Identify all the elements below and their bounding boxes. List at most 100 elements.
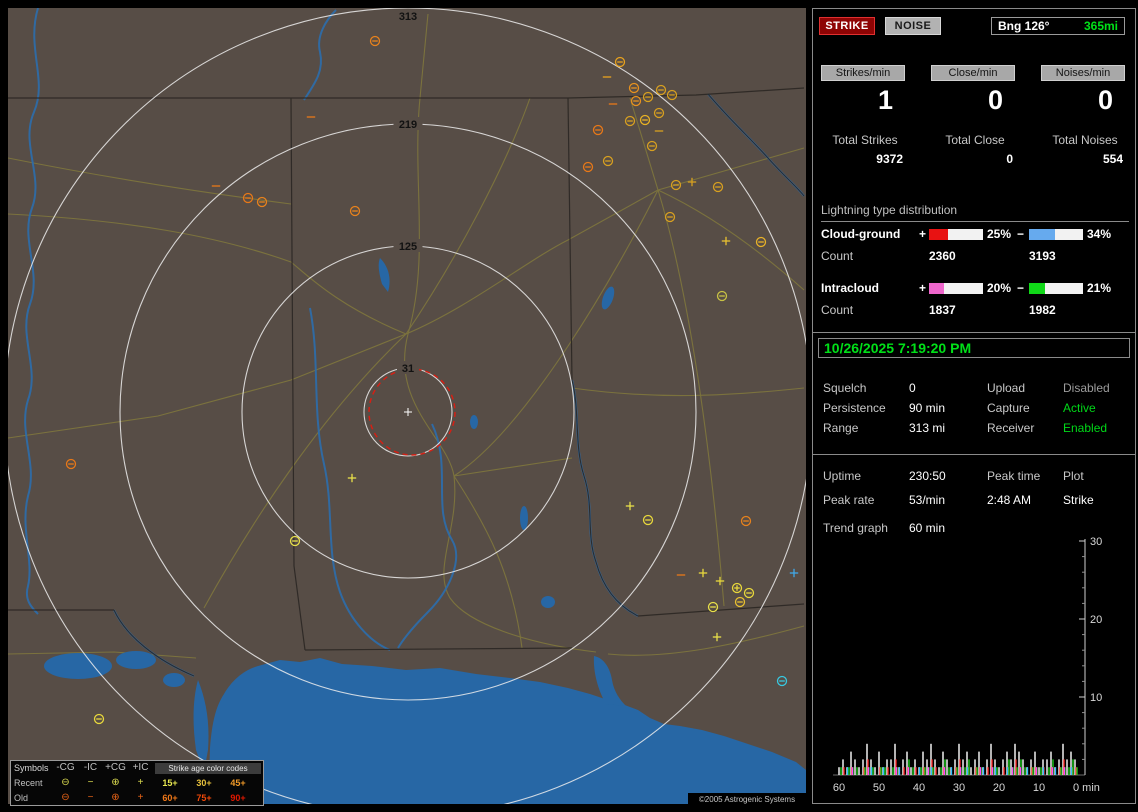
neg-ic-icon: − [87, 791, 94, 803]
lightning-map[interactable]: 313 219 125 31 Symbols -CG -IC +CG +IC Stri… [8, 8, 806, 806]
ic-plus-count: 1837 [929, 303, 956, 317]
svg-text:0 min: 0 min [1073, 782, 1100, 794]
col-neg-ic: -IC [83, 762, 98, 773]
neg-cg-icon: ⊖ [61, 791, 70, 803]
cloud-ground-label: Cloud-ground [821, 227, 901, 241]
status-panel: STRIKE NOISE Bng 126° 365mi Strikes/min … [812, 8, 1136, 804]
pos-cg-icon: ⊕ [111, 791, 120, 803]
cg-plus-pct: 25% [987, 227, 1012, 241]
plus-sign: + [919, 281, 927, 295]
trend-graph-canvas: 10 20 30 60 50 40 30 20 10 0 min [833, 536, 1102, 794]
ic-minus-pct: 21% [1087, 281, 1112, 295]
svg-text:10: 10 [1090, 692, 1102, 704]
receiver-value: Enabled [1063, 421, 1108, 435]
age-15: 15+ [162, 777, 178, 788]
svg-text:20: 20 [1090, 614, 1102, 626]
noise-toggle-button[interactable]: NOISE [885, 17, 941, 35]
copyright-text: ©2005 Astrogenic Systems [688, 793, 806, 806]
map-canvas[interactable]: 313 219 125 31 [8, 8, 806, 804]
uptime-label: Uptime [823, 469, 862, 483]
svg-text:313: 313 [399, 11, 417, 23]
squelch-value: 0 [909, 381, 916, 395]
col-pos-ic: +IC [132, 762, 149, 773]
ic-minus-bar-fill [1029, 283, 1045, 294]
strikes-per-min-value: 1 [877, 85, 893, 115]
noises-per-min-value: 0 [1097, 85, 1113, 115]
legend-old-row: Old ⊖ − ⊕ + 60+ 75+ 90+ [11, 790, 263, 805]
neg-ic-icon: − [87, 776, 94, 788]
age-90: 90+ [230, 792, 246, 803]
recent-label: Recent [14, 777, 43, 788]
session-trend-section: Uptime 230:50 Peak time Plot Peak rate 5… [813, 455, 1135, 801]
statistics-section: STRIKE NOISE Bng 126° 365mi Strikes/min … [813, 9, 1135, 333]
cg-plus-bar-fill [929, 229, 948, 240]
noises-per-min-button[interactable]: Noises/min [1041, 65, 1125, 81]
total-noises-value: 554 [1102, 152, 1123, 166]
intracloud-row: Intracloud + 20% − 21% [821, 281, 1127, 297]
upload-value: Disabled [1063, 381, 1110, 395]
peak-rate-label: Peak rate [823, 493, 875, 507]
intracloud-count-row: Count 1837 1982 [821, 303, 1127, 319]
pos-ic-icon: + [137, 776, 144, 788]
squelch-label: Squelch [823, 381, 867, 395]
neg-cg-icon: ⊖ [61, 776, 70, 788]
cg-plus-count: 2360 [929, 249, 956, 263]
age-75: 75+ [196, 792, 212, 803]
cg-plus-bar [929, 229, 983, 240]
status-row: Persistence 90 min Capture Active [813, 401, 1135, 419]
bearing-label: Bng 126° [998, 19, 1050, 33]
cg-minus-count: 3193 [1029, 249, 1056, 263]
cloud-ground-row: Cloud-ground + 25% − 34% [821, 227, 1127, 243]
total-close-label: Total Close [945, 133, 1005, 147]
status-row: Range 313 mi Receiver Enabled [813, 421, 1135, 439]
cg-minus-bar [1029, 229, 1083, 240]
svg-text:30: 30 [953, 782, 965, 794]
range-label: Range [823, 421, 859, 435]
bearing-distance: 365mi [1083, 19, 1118, 33]
strike-toggle-button[interactable]: STRIKE [819, 17, 875, 35]
pos-ic-icon: + [137, 791, 144, 803]
trend-graph-label: Trend graph [823, 521, 888, 535]
svg-text:50: 50 [873, 782, 885, 794]
trend-graph-value: 60 min [909, 521, 946, 535]
plot-value: Strike [1063, 493, 1094, 507]
plot-label: Plot [1063, 469, 1084, 483]
close-per-min-button[interactable]: Close/min [931, 65, 1015, 81]
persistence-value: 90 min [909, 401, 946, 415]
cloud-ground-count-row: Count 2360 3193 [821, 249, 1127, 265]
persistence-label: Persistence [823, 401, 886, 415]
upload-label: Upload [987, 381, 1026, 395]
age-60: 60+ [162, 792, 178, 803]
ic-minus-bar [1029, 283, 1083, 294]
session-row: Uptime 230:50 Peak time Plot [813, 469, 1135, 487]
svg-text:125: 125 [399, 241, 417, 253]
total-close-value: 0 [1006, 152, 1013, 166]
plus-sign: + [919, 227, 927, 241]
cg-minus-pct: 34% [1087, 227, 1112, 241]
total-noises-label: Total Noises [1052, 133, 1118, 147]
peak-time-label: Peak time [987, 469, 1041, 483]
uptime-value: 230:50 [909, 469, 946, 483]
age-30: 30+ [196, 777, 212, 788]
ic-plus-bar-fill [929, 283, 945, 294]
pos-cg-icon: ⊕ [111, 776, 120, 788]
close-per-min-value: 0 [987, 85, 1003, 115]
ic-plus-bar [929, 283, 983, 294]
map-legend: Symbols -CG -IC +CG +IC Strike age color… [10, 760, 264, 806]
datetime-display: 10/26/2025 7:19:20 PM [818, 338, 1130, 358]
receiver-label: Receiver [987, 421, 1035, 435]
svg-text:30: 30 [1090, 536, 1102, 548]
col-pos-cg: +CG [105, 762, 126, 773]
minus-sign: − [1017, 281, 1025, 295]
svg-text:31: 31 [402, 363, 414, 375]
peak-rate-value: 53/min [909, 493, 946, 507]
capture-value: Active [1063, 401, 1096, 415]
svg-text:219: 219 [399, 119, 417, 131]
strikes-per-min-button[interactable]: Strikes/min [821, 65, 905, 81]
ic-minus-count: 1982 [1029, 303, 1056, 317]
range-value: 313 mi [909, 421, 946, 435]
total-strikes-value: 9372 [876, 152, 903, 166]
cg-minus-bar-fill [1029, 229, 1055, 240]
svg-text:10: 10 [1033, 782, 1045, 794]
count-label: Count [821, 303, 854, 317]
